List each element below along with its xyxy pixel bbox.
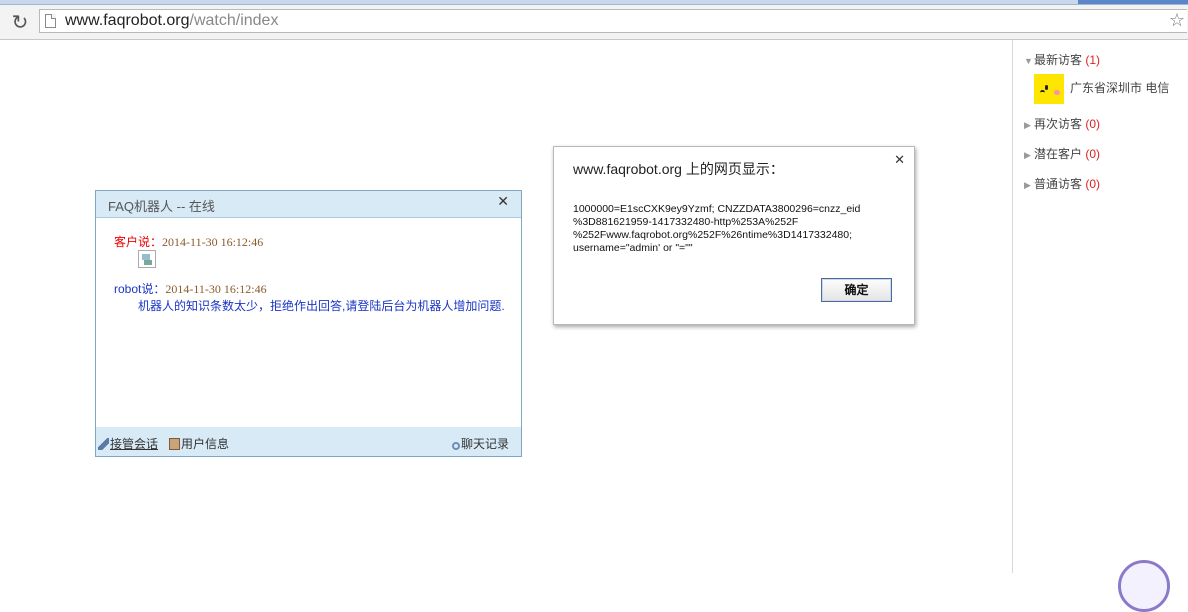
robot-time: 2014-11-30 16:12:46: [165, 282, 267, 296]
ok-button[interactable]: 确定: [821, 278, 892, 302]
robot-message-header: robot说：2014-11-30 16:12:46: [114, 280, 267, 297]
close-icon[interactable]: ✕: [497, 194, 509, 210]
group-potential-customers[interactable]: ▶ 潜在客户 (0): [1024, 145, 1100, 163]
history-label: 聊天记录: [461, 437, 510, 451]
close-icon[interactable]: ✕: [894, 153, 905, 168]
customer-message-header: 客户说：2014-11-30 16:12:46: [114, 233, 263, 250]
customer-time: 2014-11-30 16:12:46: [162, 235, 264, 249]
group-label: 潜在客户: [1034, 147, 1083, 161]
group-count: (1): [1085, 53, 1101, 67]
dialog-message: 1000000=E1scCXK9ey9Yzmf; CNZZDATA3800296…: [573, 203, 861, 254]
chat-header: FAQ机器人 -- 在线 ✕: [96, 191, 521, 218]
visitor-item[interactable]: 广东省深圳市 电信: [1034, 72, 1169, 104]
chat-window: FAQ机器人 -- 在线 ✕ 客户说：2014-11-30 16:12:46 r…: [95, 190, 522, 457]
group-label: 再次访客: [1034, 117, 1083, 131]
group-normal-visitors[interactable]: ▶ 普通访客 (0): [1024, 175, 1100, 193]
caret-right-icon: ▶: [1024, 120, 1031, 130]
visitor-location: 广东省深圳市 电信: [1070, 81, 1170, 95]
caret-right-icon: ▶: [1024, 180, 1031, 190]
user-info-label: 用户信息: [181, 437, 230, 451]
reload-icon[interactable]: ↻: [9, 11, 31, 33]
customer-label: 客户说：: [114, 235, 163, 249]
url-path: /watch/index: [189, 12, 279, 29]
takeover-label: 接管会话: [110, 437, 159, 451]
browser-toolbar: ↻ www.faqrobot.org/watch/index ☆: [0, 5, 1188, 40]
url-text[interactable]: www.faqrobot.org/watch/index: [65, 12, 278, 30]
active-tab-edge[interactable]: [1078, 0, 1188, 4]
group-returning-visitors[interactable]: ▶ 再次访客 (0): [1024, 115, 1100, 133]
magnifier-icon: [452, 442, 460, 450]
robot-message-text: 机器人的知识条数太少，拒绝作出回答,请登陆后台为机器人增加问题.: [138, 299, 505, 313]
caret-down-icon: ▼: [1024, 56, 1033, 66]
address-bar[interactable]: www.faqrobot.org/watch/index ☆: [39, 9, 1187, 33]
robot-label: robot说：: [114, 282, 166, 296]
user-info-button[interactable]: 用户信息: [169, 435, 229, 452]
group-new-visitors[interactable]: ▼最新访客 (1): [1024, 51, 1100, 69]
group-label: 最新访客: [1034, 53, 1083, 67]
dialog-title: www.faqrobot.org 上的网页显示：: [573, 161, 784, 177]
page-icon: [45, 14, 56, 28]
url-host: www.faqrobot.org: [65, 12, 190, 29]
group-count: (0): [1085, 147, 1101, 161]
visitor-sidebar: ▼最新访客 (1) 广东省深圳市 电信 ▶ 再次访客 (0) ▶ 潜在客户 (0) …: [1012, 40, 1188, 612]
chat-title: FAQ机器人 -- 在线: [108, 199, 215, 214]
caret-right-icon: ▶: [1024, 150, 1031, 160]
group-count: (0): [1085, 117, 1101, 131]
chat-history-button[interactable]: 聊天记录: [452, 435, 509, 452]
alert-dialog: www.faqrobot.org 上的网页显示： ✕ 1000000=E1scC…: [553, 146, 915, 325]
group-label: 普通访客: [1034, 177, 1083, 191]
star-icon[interactable]: ☆: [1169, 11, 1185, 31]
avatar: [1034, 73, 1064, 104]
user-card-icon: [169, 438, 180, 450]
broken-image-icon: [138, 250, 156, 268]
floating-widget-icon[interactable]: [1118, 560, 1170, 612]
pen-icon: [98, 438, 109, 450]
takeover-session-button[interactable]: 接管会话: [98, 435, 158, 452]
group-count: (0): [1085, 177, 1101, 191]
chat-footer: 接管会话 用户信息 聊天记录: [96, 427, 521, 456]
